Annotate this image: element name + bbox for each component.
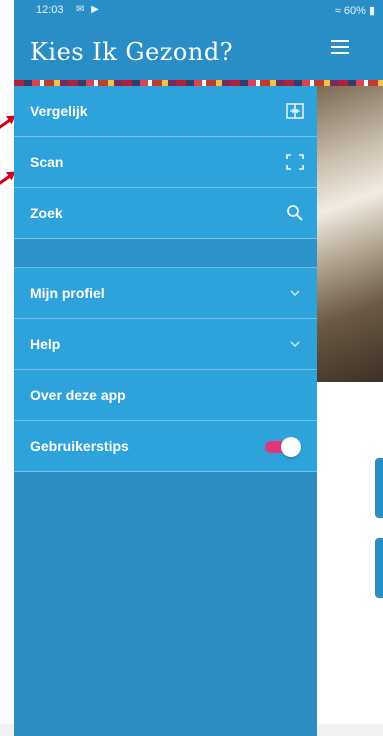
menu-item-help[interactable]: Help xyxy=(14,319,317,370)
drawer-header: Kies Ik Gezond? xyxy=(14,20,317,82)
hero-image xyxy=(317,86,383,382)
compare-icon xyxy=(286,103,304,119)
menu-item-over-deze-app[interactable]: Over deze app xyxy=(14,370,317,421)
menu-item-zoek[interactable]: Zoek xyxy=(14,188,317,239)
menu-item-mijn-profiel[interactable]: Mijn profiel xyxy=(14,268,317,319)
menu-icon[interactable] xyxy=(331,40,349,54)
status-bar: 12:03 ✉ ▶ ≈ 60% ▮ xyxy=(14,0,383,20)
menu-item-gebruikerstips: Gebruikerstips xyxy=(14,421,317,472)
drawer-empty-area xyxy=(14,474,317,736)
drawer-menu: Vergelijk Scan Zoek Mijn profiel Help Ov… xyxy=(14,86,317,472)
wifi-icon: ≈ xyxy=(334,5,341,17)
search-icon xyxy=(287,205,303,221)
menu-item-label: Vergelijk xyxy=(30,103,88,119)
menu-item-label: Help xyxy=(30,336,61,352)
status-right: ≈ 60% ▮ xyxy=(335,4,375,17)
annotation-arrow xyxy=(0,173,14,186)
page-button[interactable] xyxy=(375,458,383,518)
gebruikerstips-toggle[interactable] xyxy=(261,437,301,457)
menu-item-label: Scan xyxy=(30,154,64,170)
menu-item-label: Gebruikerstips xyxy=(30,438,129,454)
menu-item-label: Zoek xyxy=(30,205,63,221)
menu-divider xyxy=(14,239,317,268)
menu-item-label: Over deze app xyxy=(30,387,126,403)
battery-icon: ▮ xyxy=(368,5,375,17)
chevron-down-icon[interactable] xyxy=(285,334,305,354)
page-header xyxy=(317,20,383,82)
page-button[interactable] xyxy=(375,538,383,598)
menu-item-label: Mijn profiel xyxy=(30,285,105,301)
scan-frame-icon xyxy=(286,154,304,170)
annotation-arrow xyxy=(0,117,14,130)
menu-item-vergelijk[interactable]: Vergelijk xyxy=(14,86,317,137)
chevron-down-icon[interactable] xyxy=(285,283,305,303)
menu-item-scan[interactable]: Scan xyxy=(14,137,317,188)
toggle-knob xyxy=(281,437,301,457)
battery-level: 60% xyxy=(343,5,366,17)
left-gutter xyxy=(0,0,14,736)
app-title: Kies Ik Gezond? xyxy=(30,38,234,66)
notification-icons: ✉ ▶ xyxy=(76,4,101,15)
status-time: 12:03 xyxy=(36,4,64,16)
